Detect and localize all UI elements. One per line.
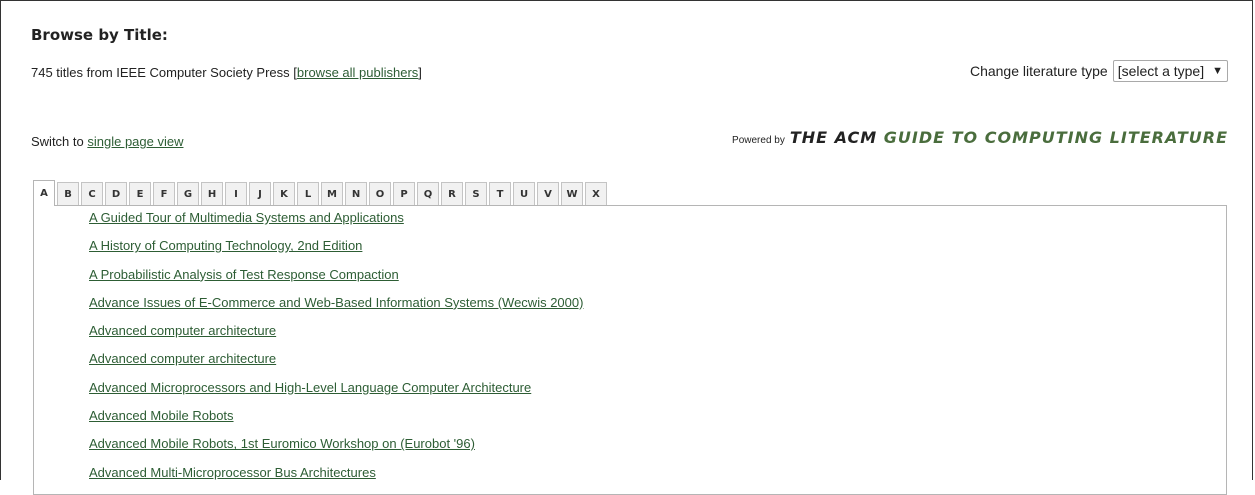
literature-type-select[interactable]: [select a type] ▼	[1112, 60, 1228, 82]
tab-letter-n[interactable]: N	[345, 182, 367, 206]
powered-by: Powered by THE ACM GUIDE TO COMPUTING LI…	[732, 128, 1228, 147]
tab-letter-j[interactable]: J	[249, 182, 271, 206]
alphabet-tabs: ABCDEFGHIJKLMNOPQRSTUVWX	[33, 180, 609, 206]
title-link[interactable]: A Guided Tour of Multimedia Systems and …	[89, 210, 404, 225]
tab-letter-g[interactable]: G	[177, 182, 199, 206]
browse-all-publishers-link[interactable]: browse all publishers	[297, 65, 418, 80]
list-item: A Probabilistic Analysis of Test Respons…	[89, 266, 1226, 294]
list-item: Advance Issues of E-Commerce and Web-Bas…	[89, 294, 1226, 322]
tab-letter-t[interactable]: T	[489, 182, 511, 206]
tab-letter-k[interactable]: K	[273, 182, 295, 206]
title-link[interactable]: Advanced Multi-Microprocessor Bus Archit…	[89, 465, 376, 480]
summary-suffix: ]	[418, 65, 422, 80]
tab-letter-c[interactable]: C	[81, 182, 103, 206]
single-page-view-link[interactable]: single page view	[87, 134, 183, 149]
literature-type-control: Change literature type [select a type] ▼	[970, 60, 1228, 82]
tab-letter-w[interactable]: W	[561, 182, 583, 206]
tab-letter-q[interactable]: Q	[417, 182, 439, 206]
title-link[interactable]: Advanced computer architecture	[89, 323, 276, 338]
title-link[interactable]: A Probabilistic Analysis of Test Respons…	[89, 267, 399, 282]
title-link[interactable]: Advanced Mobile Robots, 1st Euromico Wor…	[89, 436, 475, 451]
tab-letter-m[interactable]: M	[321, 182, 343, 206]
switch-text: Switch to	[31, 134, 88, 149]
acm-guide-logo[interactable]: THE ACM GUIDE TO COMPUTING LITERATURE	[790, 128, 1228, 147]
titles-count-text: 745 titles from IEEE Computer Society Pr…	[31, 65, 297, 80]
list-item: Advanced computer architecture	[89, 322, 1226, 350]
tab-letter-d[interactable]: D	[105, 182, 127, 206]
list-item: A Guided Tour of Multimedia Systems and …	[89, 209, 1226, 237]
tab-letter-h[interactable]: H	[201, 182, 223, 206]
literature-type-label: Change literature type	[969, 63, 1108, 79]
tab-letter-v[interactable]: V	[537, 182, 559, 206]
powered-by-label: Powered by	[732, 135, 785, 146]
tab-letter-o[interactable]: O	[369, 182, 391, 206]
tab-letter-i[interactable]: I	[225, 182, 247, 206]
list-item: Advanced Microprocessors and High-Level …	[89, 379, 1226, 407]
list-item: Advanced Multi-Microprocessor Bus Archit…	[89, 464, 1226, 492]
titles-summary: 745 titles from IEEE Computer Society Pr…	[31, 65, 422, 80]
titles-list: A Guided Tour of Multimedia Systems and …	[34, 206, 1226, 492]
dropdown-arrow-icon: ▼	[1212, 65, 1223, 77]
tab-letter-r[interactable]: R	[441, 182, 463, 206]
list-item: A History of Computing Technology, 2nd E…	[89, 237, 1226, 265]
title-link[interactable]: Advance Issues of E-Commerce and Web-Bas…	[89, 295, 583, 310]
list-item: Advanced Mobile Robots, 1st Euromico Wor…	[89, 435, 1226, 463]
tab-letter-b[interactable]: B	[57, 182, 79, 206]
title-link[interactable]: A History of Computing Technology, 2nd E…	[89, 238, 362, 253]
titles-panel: A Guided Tour of Multimedia Systems and …	[33, 205, 1227, 495]
tab-letter-a[interactable]: A	[33, 180, 55, 206]
guide-logo-text: GUIDE TO COMPUTING LITERATURE	[883, 128, 1228, 147]
acm-logo-text: THE ACM	[789, 128, 878, 147]
list-item: Advanced computer architecture	[89, 350, 1226, 378]
title-link[interactable]: Advanced Mobile Robots	[89, 408, 234, 423]
list-item: Advanced Mobile Robots	[89, 407, 1226, 435]
tab-letter-p[interactable]: P	[393, 182, 415, 206]
tab-letter-f[interactable]: F	[153, 182, 175, 206]
tab-letter-l[interactable]: L	[297, 182, 319, 206]
tab-letter-x[interactable]: X	[585, 182, 607, 206]
literature-type-selected: [select a type]	[1117, 63, 1205, 79]
tab-letter-e[interactable]: E	[129, 182, 151, 206]
tab-letter-s[interactable]: S	[465, 182, 487, 206]
title-link[interactable]: Advanced Microprocessors and High-Level …	[89, 380, 531, 395]
view-switch: Switch to single page view	[31, 134, 183, 149]
page-title: Browse by Title:	[31, 26, 168, 44]
title-link[interactable]: Advanced computer architecture	[89, 351, 276, 366]
tab-letter-u[interactable]: U	[513, 182, 535, 206]
